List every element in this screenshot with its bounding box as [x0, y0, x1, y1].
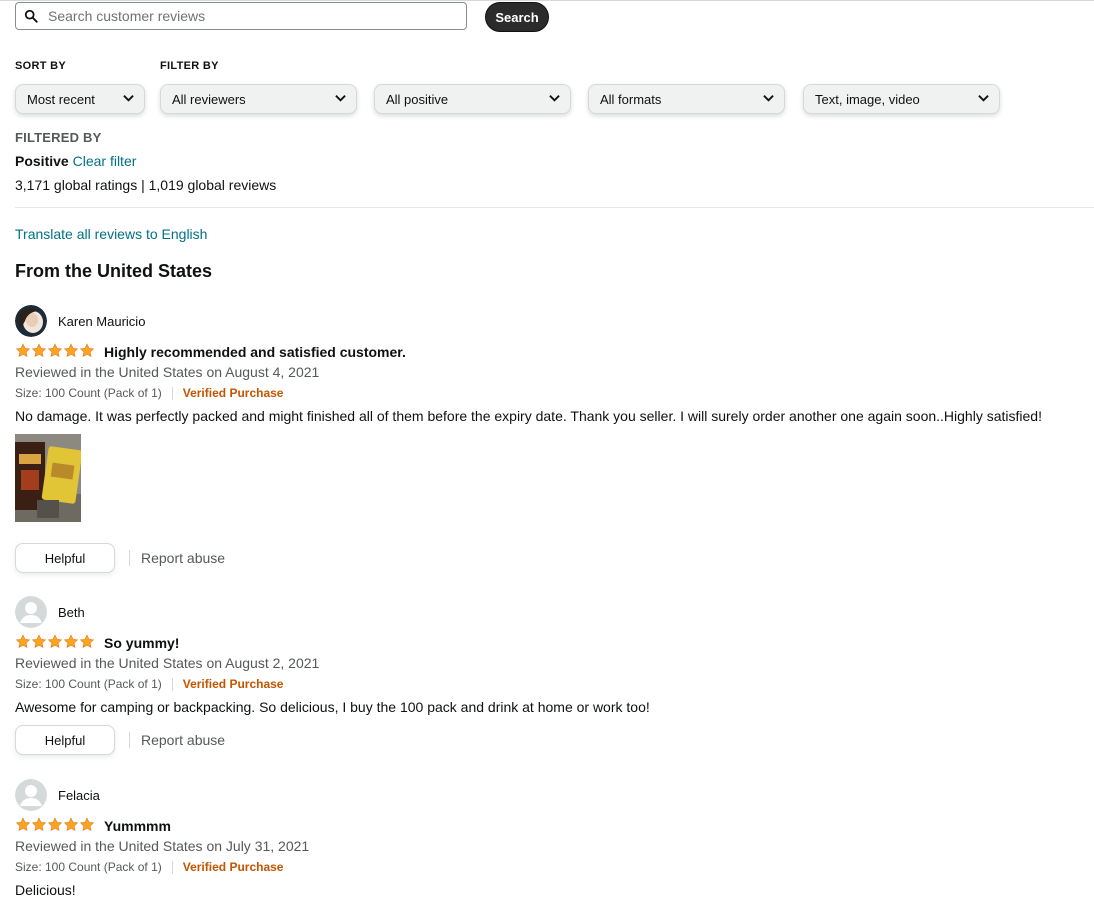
- review-body: Awesome for camping or backpacking. So d…: [15, 699, 650, 715]
- reviewer-name: Felacia: [58, 787, 100, 803]
- reviewer-profile[interactable]: Felacia: [15, 779, 100, 811]
- helpful-button[interactable]: Helpful: [15, 725, 115, 755]
- review-date: Reviewed in the United States on August …: [15, 655, 320, 671]
- product-variant[interactable]: Size: 100 Count (Pack of 1): [15, 860, 162, 874]
- verified-purchase-badge: Verified Purchase: [182, 677, 284, 691]
- reviewer-profile[interactable]: Karen Mauricio: [15, 305, 145, 337]
- review-body: Delicious!: [15, 882, 76, 898]
- section-title: From the United States: [15, 261, 213, 281]
- star-icon: [63, 343, 79, 358]
- star-icon: [47, 634, 63, 649]
- filter-by-label: FILTER BY: [160, 60, 219, 72]
- star-icon: [47, 817, 63, 832]
- star-rating[interactable]: [15, 343, 95, 358]
- star-icon: [63, 817, 79, 832]
- reviewer-name: Karen Mauricio: [58, 313, 146, 329]
- report-abuse-link[interactable]: Report abuse: [129, 732, 225, 748]
- chevron-down-icon: [123, 94, 134, 102]
- review-date: Reviewed in the United States on July 31…: [15, 838, 310, 854]
- search-input[interactable]: [46, 7, 450, 25]
- chevron-down-icon: [549, 94, 560, 102]
- review-meta: Size: 100 Count (Pack of 1) Verified Pur…: [15, 386, 283, 400]
- filtered-by-label: FILTERED BY: [15, 130, 102, 145]
- review-title[interactable]: So yummy!: [104, 635, 179, 651]
- review-body: No damage. It was perfectly packed and m…: [15, 408, 1042, 424]
- media-filter-dropdown[interactable]: Text, image, video: [803, 84, 1000, 114]
- reviewer-name: Beth: [58, 604, 85, 620]
- translate-reviews-link[interactable]: Translate all reviews to English: [15, 226, 207, 242]
- star-icon: [79, 817, 95, 832]
- review-meta: Size: 100 Count (Pack of 1) Verified Pur…: [15, 860, 283, 874]
- chevron-down-icon: [335, 94, 346, 102]
- reviewer-filter-value: All reviewers: [172, 91, 246, 107]
- star-icon: [31, 343, 47, 358]
- review-title[interactable]: Highly recommended and satisfied custome…: [104, 344, 406, 360]
- media-filter-value: Text, image, video: [815, 91, 920, 107]
- star-rating[interactable]: [15, 817, 95, 832]
- active-filter-value: Positive: [15, 153, 69, 169]
- avatar: [15, 305, 47, 337]
- star-filter-value: All positive: [386, 91, 449, 107]
- verified-purchase-badge: Verified Purchase: [182, 860, 284, 874]
- sort-dropdown-value: Most recent: [27, 91, 95, 107]
- review-date: Reviewed in the United States on August …: [15, 364, 320, 380]
- reviewer-profile[interactable]: Beth: [15, 596, 85, 628]
- star-icon: [31, 817, 47, 832]
- separator: [171, 860, 173, 874]
- star-icon: [15, 634, 31, 649]
- report-abuse-link[interactable]: Report abuse: [129, 550, 225, 566]
- star-rating[interactable]: [15, 634, 95, 649]
- active-filter: Positive Clear filter: [15, 153, 136, 169]
- chevron-down-icon: [763, 94, 774, 102]
- star-icon: [47, 343, 63, 358]
- review-photo[interactable]: [15, 434, 81, 522]
- format-filter-value: All formats: [600, 91, 662, 107]
- star-icon: [63, 634, 79, 649]
- sort-dropdown[interactable]: Most recent: [15, 84, 145, 114]
- format-filter-dropdown[interactable]: All formats: [588, 84, 785, 114]
- star-icon: [15, 343, 31, 358]
- ratings-summary: 3,171 global ratings | 1,019 global revi…: [15, 177, 277, 193]
- default-avatar-icon: [15, 596, 47, 628]
- top-divider: [0, 0, 1094, 1]
- search-button[interactable]: Search: [485, 2, 549, 32]
- review-meta: Size: 100 Count (Pack of 1) Verified Pur…: [15, 677, 283, 691]
- star-icon: [79, 343, 95, 358]
- product-variant[interactable]: Size: 100 Count (Pack of 1): [15, 386, 162, 400]
- review-title[interactable]: Yummmm: [104, 818, 171, 834]
- star-icon: [15, 817, 31, 832]
- sort-by-label: SORT BY: [15, 60, 66, 72]
- default-avatar-icon: [15, 779, 47, 811]
- chevron-down-icon: [978, 94, 989, 102]
- clear-filter-link[interactable]: Clear filter: [73, 153, 137, 169]
- search-icon: [24, 9, 38, 23]
- separator: [171, 386, 173, 400]
- product-variant[interactable]: Size: 100 Count (Pack of 1): [15, 677, 162, 691]
- star-icon: [31, 634, 47, 649]
- helpful-button[interactable]: Helpful: [15, 543, 115, 573]
- separator: [171, 677, 173, 691]
- star-icon: [79, 634, 95, 649]
- divider: [15, 207, 1094, 208]
- search-field[interactable]: [15, 2, 467, 30]
- star-filter-dropdown[interactable]: All positive: [374, 84, 571, 114]
- reviewer-filter-dropdown[interactable]: All reviewers: [160, 84, 357, 114]
- verified-purchase-badge: Verified Purchase: [182, 386, 284, 400]
